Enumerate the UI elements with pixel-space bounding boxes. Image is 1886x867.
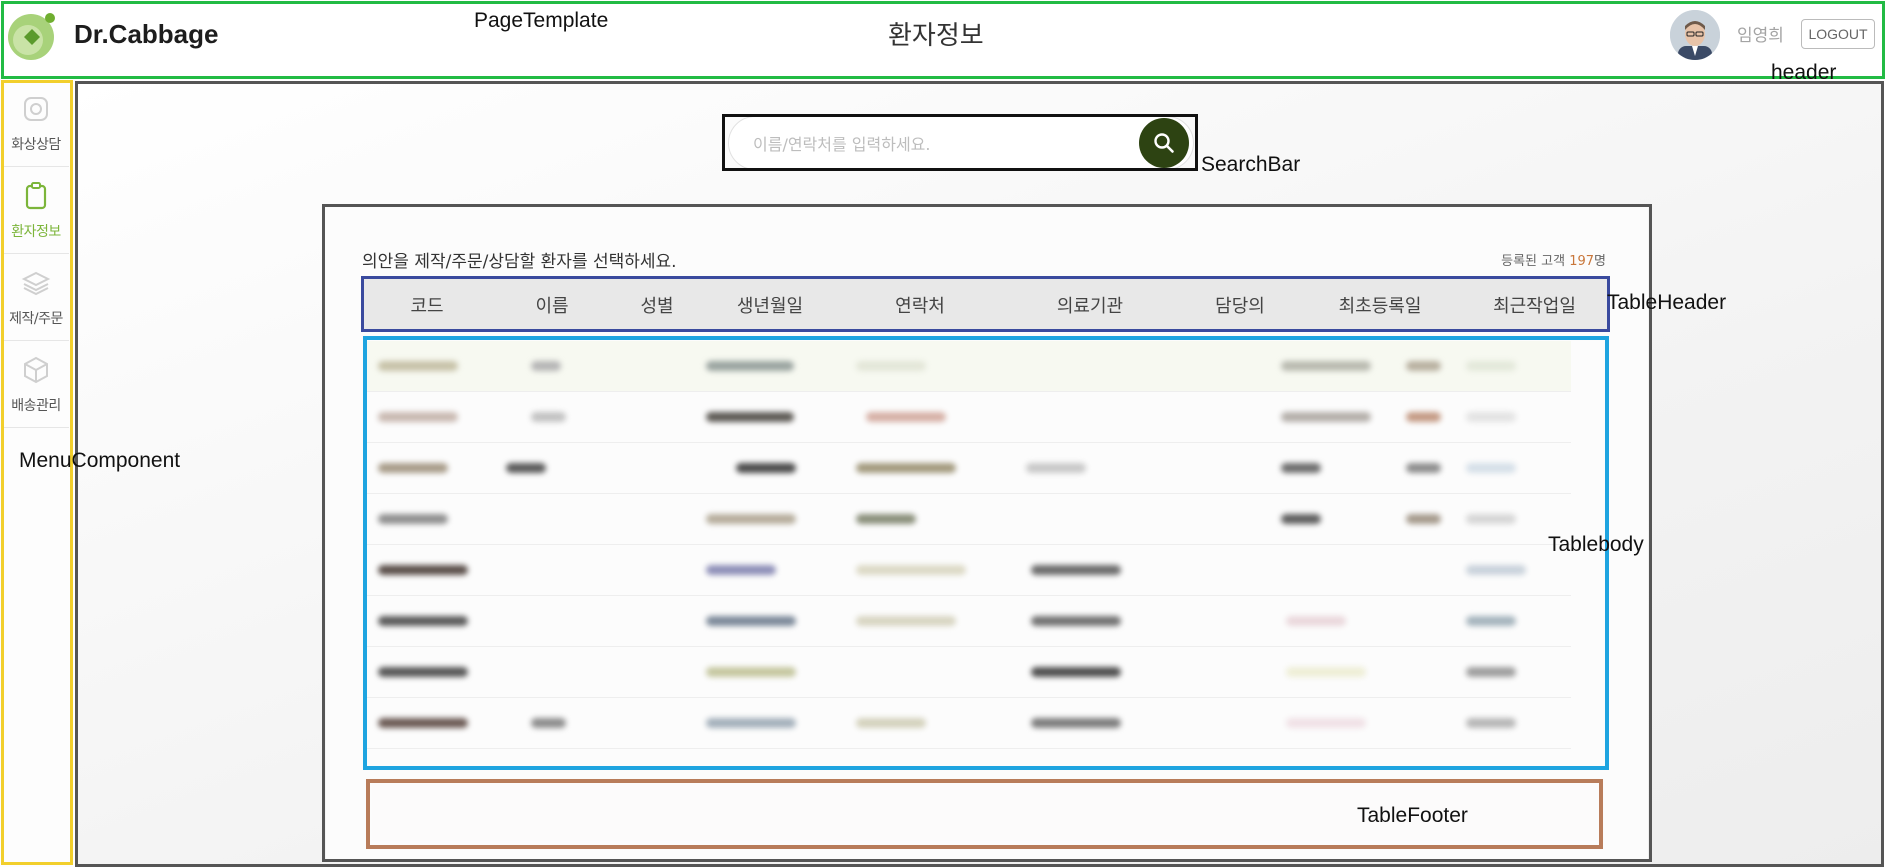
annotation-table-header: TableHeader: [1607, 291, 1727, 314]
app-header: Dr.Cabbage 환자정보 임영희 LOGOUT: [0, 0, 1886, 80]
menu-label: 제작/주문: [9, 311, 63, 327]
column-header-last-worked[interactable]: 최근작업일: [1460, 292, 1609, 318]
table-row[interactable]: [366, 341, 1571, 392]
cabbage-logo-icon[interactable]: [6, 10, 58, 62]
table-row[interactable]: [366, 698, 1571, 749]
annotation-header: header: [1771, 61, 1837, 84]
table-row[interactable]: [366, 545, 1571, 596]
user-avatar[interactable]: [1670, 10, 1720, 60]
search-bar: [728, 116, 1194, 170]
layers-icon: [21, 271, 51, 296]
side-menu: 화상상담 환자정보 제작/주문 배송관리: [0, 80, 73, 867]
table-row[interactable]: [366, 596, 1571, 647]
avatar-image: [1670, 10, 1720, 60]
page-title: 환자정보: [888, 21, 984, 51]
logout-button[interactable]: LOGOUT: [1801, 19, 1875, 49]
column-header-code[interactable]: 코드: [364, 292, 490, 318]
menu-item-video-consult[interactable]: 화상상담: [3, 82, 69, 167]
column-header-first-registered[interactable]: 최초등록일: [1300, 292, 1460, 318]
search-icon: [1154, 133, 1174, 153]
menu-label: 배송관리: [11, 398, 61, 414]
table-row[interactable]: [366, 647, 1571, 698]
column-header-contact[interactable]: 연락처: [840, 292, 1000, 318]
column-header-birthdate[interactable]: 생년월일: [700, 292, 840, 318]
user-name: 임영희: [1737, 26, 1784, 46]
menu-item-production-order[interactable]: 제작/주문: [3, 256, 69, 341]
search-input[interactable]: [753, 130, 1123, 158]
annotation-page-template: PageTemplate: [474, 9, 609, 32]
column-header-doctor[interactable]: 담당의: [1180, 292, 1300, 318]
registered-prefix: 등록된 고객: [1501, 254, 1566, 269]
box-icon: [24, 356, 48, 384]
menu-label: 환자정보: [11, 224, 61, 240]
brand-name[interactable]: Dr.Cabbage: [74, 19, 219, 50]
table-instruction: 의안을 제작/주문/상담할 환자를 선택하세요.: [362, 252, 677, 272]
column-header-gender[interactable]: 성별: [614, 292, 700, 318]
table-row[interactable]: [366, 494, 1571, 545]
menu-item-patient-info[interactable]: 환자정보: [3, 169, 69, 254]
menu-label: 화상상담: [11, 137, 61, 153]
table-row[interactable]: [366, 392, 1571, 443]
registered-suffix: 명: [1594, 254, 1606, 269]
registered-count: 등록된 고객 197명: [1501, 250, 1606, 269]
patient-table-card: 의안을 제작/주문/상담할 환자를 선택하세요. 등록된 고객 197명 코드 …: [326, 207, 1648, 859]
annotation-search-bar: SearchBar: [1201, 153, 1301, 176]
annotation-table-body: Tablebody: [1548, 533, 1644, 556]
column-header-institution[interactable]: 의료기관: [1000, 292, 1180, 318]
annotation-table-footer: TableFooter: [1357, 804, 1468, 827]
camera-icon: [24, 97, 48, 121]
column-header-name[interactable]: 이름: [490, 292, 614, 318]
registered-count-value: 197: [1569, 254, 1595, 269]
clipboard-icon: [25, 182, 47, 210]
annotation-menu-component: MenuComponent: [19, 449, 181, 472]
table-row[interactable]: [366, 443, 1571, 494]
table-header: 코드 이름 성별 생년월일 연락처 의료기관 담당의 최초등록일 최근작업일: [364, 279, 1609, 331]
search-button[interactable]: [1139, 118, 1189, 168]
menu-item-delivery[interactable]: 배송관리: [3, 343, 69, 428]
table-body: [366, 341, 1606, 763]
